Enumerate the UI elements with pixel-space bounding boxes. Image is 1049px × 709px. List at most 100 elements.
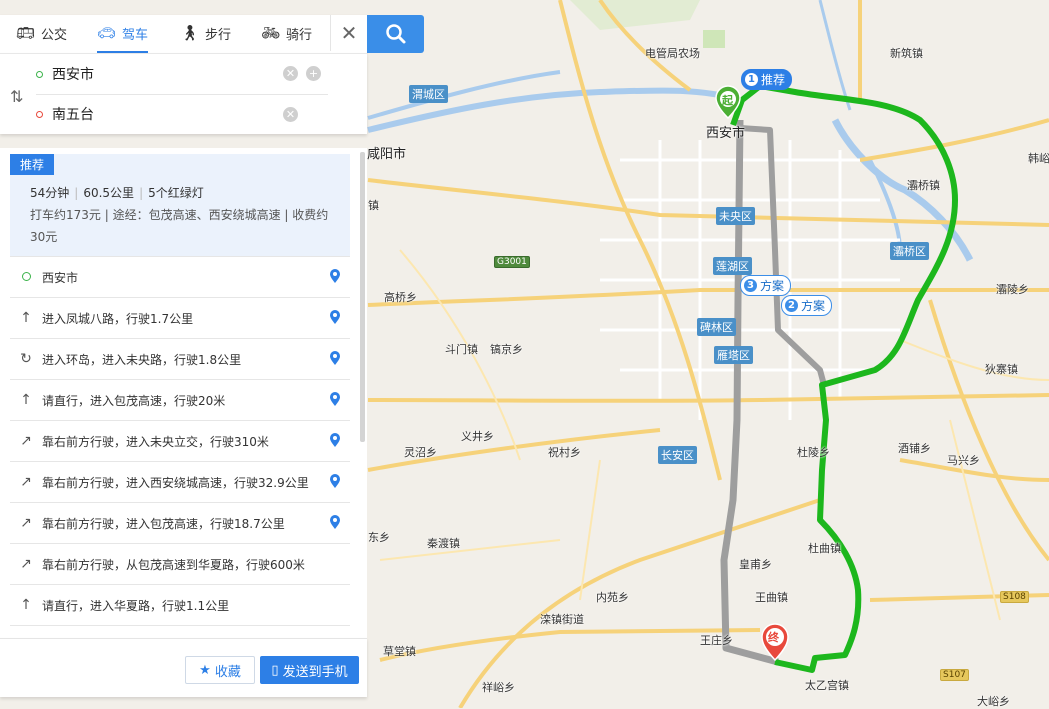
road-shield-s108: S108 (1000, 591, 1029, 603)
place-label: 高桥乡 (384, 291, 417, 304)
tab-walk[interactable]: 🚶︎ 步行 (180, 15, 231, 51)
road-shield-g3001: G3001 (494, 256, 530, 268)
car-icon: 🚗︎ (97, 24, 117, 42)
list-item[interactable]: 西安市 (10, 256, 350, 297)
place-label: 酒铺乡 (898, 442, 931, 455)
road-shield-s107: S107 (940, 669, 969, 681)
walk-icon: 🚶︎ (180, 24, 200, 42)
transport-mode-bar: 🚌︎ 公交 🚗︎ 驾车 🚶︎ 步行 🚲︎ 骑行 ✕ (0, 15, 367, 53)
city-label-xian: 西安市 (706, 126, 746, 141)
locate-pin-icon[interactable] (330, 310, 340, 324)
favorite-label: 收藏 (214, 664, 241, 680)
panel-footer: ★ 收藏 ▯ 发送到手机 (0, 638, 367, 697)
end-input-value: 南五台 (52, 107, 94, 123)
tab-bike[interactable]: 🚲︎ 骑行 (261, 15, 312, 51)
duration: 54分钟 (30, 186, 70, 200)
list-item[interactable]: ↻ 进入环岛，进入未央路，行驶1.8公里 (10, 338, 350, 379)
place-label: 灞陵乡 (996, 283, 1029, 296)
place-label: 杜曲镇 (808, 542, 841, 555)
clear-end-button[interactable]: ✕ (283, 107, 298, 122)
list-item[interactable]: ↗ 靠右前方行驶，进入未央立交，行驶310米 (10, 420, 350, 461)
add-waypoint-button[interactable]: + (306, 66, 321, 81)
tab-label: 驾车 (122, 27, 149, 43)
step-text: 请直行，进入华夏路，行驶1.1公里 (42, 598, 230, 613)
place-label: 滦镇街道 (540, 613, 584, 626)
straight-arrow-icon: ↑ (20, 392, 32, 408)
route-stats: 54分钟 | 60.5公里 | 5个红绿灯 (30, 186, 204, 200)
close-button[interactable]: ✕ (330, 15, 367, 51)
locate-pin-icon[interactable] (330, 474, 340, 488)
search-button[interactable] (367, 15, 424, 53)
district-label-weicheng: 渭城区 (409, 85, 448, 103)
place-label: 皇甫乡 (739, 558, 772, 571)
send-to-phone-button[interactable]: ▯ 发送到手机 (260, 656, 359, 684)
place-label: 灞桥镇 (907, 179, 940, 192)
list-item[interactable]: ↑ 请直行，进入华夏路，行驶1.1公里 (10, 584, 350, 625)
tab-label: 骑行 (286, 27, 313, 43)
route-bubble-label: 方案 (801, 299, 826, 313)
bear-right-icon: ↗ (20, 433, 32, 449)
place-label: 王庄乡 (700, 634, 733, 647)
list-item[interactable]: ↑ 请直行，进入包茂高速，行驶20米 (10, 379, 350, 420)
recommended-tag: 推荐 (10, 154, 55, 175)
tab-drive[interactable]: 🚗︎ 驾车 (97, 15, 149, 53)
step-text: 靠右前方行驶，从包茂高速到华夏路，行驶600米 (42, 557, 305, 572)
list-item (10, 625, 350, 638)
start-dot-icon (36, 70, 43, 78)
place-label: 草堂镇 (383, 645, 416, 658)
place-label: 王曲镇 (755, 591, 788, 604)
scrollbar[interactable] (360, 152, 365, 442)
step-text: 请直行，进入包茂高速，行驶20米 (42, 393, 226, 408)
list-item[interactable]: ↗ 靠右前方行驶，从包茂高速到华夏路，行驶600米 (10, 543, 350, 584)
place-label: 太乙宫镇 (805, 679, 849, 692)
favorite-button[interactable]: ★ 收藏 (185, 656, 255, 684)
place-label: 杜陵乡 (797, 446, 830, 459)
district-label-yanta: 雁塔区 (714, 346, 753, 364)
city-label-xianyang: 咸阳市 (367, 147, 407, 162)
step-text: 靠右前方行驶，进入包茂高速，行驶18.7公里 (42, 516, 285, 531)
place-label: 祝村乡 (548, 446, 581, 459)
place-label: 狄寨镇 (985, 363, 1018, 376)
traffic-lights: 5个红绿灯 (148, 186, 204, 200)
locate-pin-icon[interactable] (330, 269, 340, 283)
route-bubble-plan-3[interactable]: 3 方案 (740, 275, 792, 296)
place-label: 斗门镇 (445, 343, 478, 356)
list-item[interactable]: ↗ 靠右前方行驶，进入西安绕城高速，行驶32.9公里 (10, 461, 350, 502)
place-label: 马兴乡 (947, 454, 980, 467)
step-text: 进入环岛，进入未央路，行驶1.8公里 (42, 352, 242, 367)
route-bubble-label: 方案 (760, 279, 785, 293)
tab-label: 步行 (205, 27, 232, 43)
step-text: 进入凤城八路，行驶1.7公里 (42, 311, 194, 326)
district-label-baqiao: 灞桥区 (890, 242, 929, 260)
swap-icon[interactable]: ⇅ (10, 87, 23, 106)
list-item[interactable]: ↗ 靠右前方行驶，进入包茂高速，行驶18.7公里 (10, 502, 350, 543)
send-label: 发送到手机 (282, 664, 348, 680)
route-detail-list: 推荐 54分钟 | 60.5公里 | 5个红绿灯 打车约173元 | 途经：包茂高速、西… (0, 148, 367, 638)
district-label-beilin: 碑林区 (697, 318, 736, 336)
park-area (703, 30, 725, 48)
end-marker-label: 终 (768, 631, 779, 644)
roundabout-icon: ↻ (20, 351, 32, 367)
straight-arrow-icon: ↑ (20, 597, 32, 613)
clear-start-button[interactable]: ✕ (283, 66, 298, 81)
route-number-badge: 1 (745, 73, 758, 86)
route-summary[interactable]: 推荐 54分钟 | 60.5公里 | 5个红绿灯 打车约173元 | 途经：包茂高速、西… (10, 154, 350, 256)
place-label: 镇 (368, 199, 379, 212)
start-dot-icon (10, 269, 42, 285)
tab-bus[interactable]: 🚌︎ 公交 (16, 15, 67, 51)
end-dot-icon (36, 110, 43, 118)
bear-right-icon: ↗ (20, 556, 32, 572)
locate-pin-icon[interactable] (330, 433, 340, 447)
locate-pin-icon[interactable] (330, 392, 340, 406)
place-label: 电管局农场 (645, 47, 700, 60)
route-bubble-plan-2[interactable]: 2 方案 (781, 295, 833, 316)
route-bubble-recommended[interactable]: 1 推荐 (741, 69, 793, 90)
list-item[interactable]: ↑ 进入凤城八路，行驶1.7公里 (10, 297, 350, 338)
bus-icon: 🚌︎ (16, 24, 36, 42)
distance: 60.5公里 (83, 186, 135, 200)
locate-pin-icon[interactable] (330, 515, 340, 529)
route-number-badge: 3 (744, 279, 757, 292)
locate-pin-icon[interactable] (330, 351, 340, 365)
star-icon: ★ (199, 662, 211, 678)
district-label-changan: 长安区 (658, 446, 697, 464)
